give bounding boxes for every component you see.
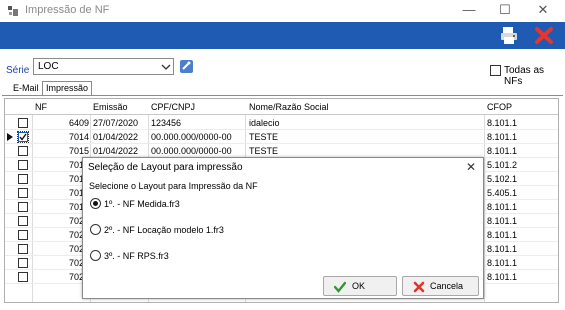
row-checkbox[interactable] [18,188,28,198]
layout-selection-dialog: Seleção de Layout para impressão ✕ Selec… [82,157,484,299]
row-checkbox[interactable] [18,202,28,212]
title-bar: Impressão de NF — ☐ ✕ [0,0,565,22]
minimize-icon: — [462,2,476,17]
ok-button[interactable]: OK [323,276,397,296]
row-checkbox[interactable] [18,118,28,128]
print-button[interactable] [497,24,521,47]
cell-nf: 7014 [68,132,89,142]
layout-option-2-radio[interactable] [90,224,101,235]
cell-cfop: 8.101.1 [487,258,518,268]
row-checkbox[interactable] [18,146,28,156]
row-checkbox[interactable] [18,244,28,254]
cancel-label: Cancela [430,281,464,291]
cancel-button[interactable]: Cancela [402,276,479,296]
layout-option-1-label[interactable]: 1º. - NF Medida.fr3 [104,199,180,209]
window-close-button[interactable]: ✕ [525,0,561,22]
row-checkbox[interactable] [17,131,29,143]
cell-nf: 7017 [68,174,89,184]
app-icon [8,6,18,16]
serie-value: LOC [38,61,59,72]
row-checkbox[interactable] [18,258,28,268]
minimize-button[interactable]: — [451,0,487,22]
cell-nf: 7024 [68,244,89,254]
ok-label: OK [352,281,366,291]
cell-cfop: 8.101.1 [487,118,518,128]
column-header-emissao[interactable]: Emissão [93,102,128,112]
checkmark-icon [334,281,346,293]
layout-option-3-label[interactable]: 3º. - NF RPS.fr3 [104,251,169,261]
close-icon: ✕ [537,2,549,17]
row-checkbox[interactable] [18,160,28,170]
row-checkbox[interactable] [18,216,28,226]
printer-icon [501,27,517,44]
column-header-cfop[interactable]: CFOP [487,102,512,112]
row-checkbox[interactable] [18,230,28,240]
cell-nf: 7019 [68,202,89,212]
toolbar-close-button[interactable] [532,24,556,47]
cell-nf: 7020 [68,216,89,226]
cell-nf: 7027 [68,258,89,268]
cell-cfop: 8.101.1 [487,244,518,254]
tab-impressao[interactable]: Impressão [42,81,93,96]
layout-option-1-radio[interactable] [90,198,101,209]
cell-cfop: 8.101.1 [487,230,518,240]
serie-select[interactable]: LOC [33,58,174,75]
cell-nf: 7021 [68,230,89,240]
todas-nfs-checkbox[interactable] [490,65,501,76]
dialog-subtitle: Selecione o Layout para Impressão da NF [89,181,258,191]
tab-divider [2,95,563,96]
toolbar [0,22,565,49]
close-icon: ✕ [465,160,477,174]
dialog-close-button[interactable]: ✕ [461,159,481,177]
table-row[interactable]: 7015 01/04/2022 00.000.000/0000-00 TESTE 8.1… [5,144,558,158]
cell-cpf-cnpj: 00.000.000/0000-00 [151,132,232,142]
column-header-nome[interactable]: Nome/Razão Social [249,102,329,112]
layout-option-2-label[interactable]: 2º. - NF Locação modelo 1.fr3 [104,225,224,235]
cell-cfop: 5.101.2 [487,160,518,170]
cell-emissao: 27/07/2020 [93,118,139,128]
cell-nf: 7016 [68,160,89,170]
grid-header: NF Emissão CPF/CNPJ Nome/Razão Social CF… [5,99,558,115]
cell-cfop: 5.102.1 [487,174,518,184]
tab-email[interactable]: E-Mail [10,82,42,96]
cell-cfop: 8.101.1 [487,216,518,226]
todas-nfs-label: Todas as NFs [504,65,545,87]
row-checkbox[interactable] [18,272,28,282]
cell-cfop: 5.405.1 [487,188,518,198]
cell-nf: 7018 [68,188,89,198]
cell-nome: idalecio [249,118,280,128]
checkmark-icon [19,133,27,141]
cell-cpf-cnpj: 00.000.000/0000-00 [151,146,232,156]
cell-nf: 7028 [68,272,89,282]
cell-emissao: 01/04/2022 [93,132,139,142]
cell-cfop: 8.101.1 [487,272,518,282]
column-header-cpf-cnpj[interactable]: CPF/CNPJ [151,102,195,112]
chevron-down-icon [161,64,171,70]
table-row[interactable]: 7014 01/04/2022 00.000.000/0000-00 TESTE 8.1… [5,130,558,144]
cell-nf: 7015 [68,146,89,156]
cell-cpf-cnpj: 123456 [151,118,182,128]
search-serie-button[interactable] [178,58,195,75]
table-row[interactable]: 6409 27/07/2020 123456 idalecio 8.101.1 [5,116,558,130]
window-title: Impressão de NF [25,4,110,16]
serie-label: Série : [6,65,35,76]
close-icon [535,27,553,44]
maximize-button[interactable]: ☐ [487,0,523,22]
layout-option-3-radio[interactable] [90,250,101,261]
column-header-nf[interactable]: NF [35,102,47,112]
cell-cfop: 8.101.1 [487,146,518,156]
cell-cfop: 8.101.1 [487,202,518,212]
cell-nome: TESTE [249,132,279,142]
dialog-title: Seleção de Layout para impressão [88,162,243,173]
cell-cfop: 8.101.1 [487,132,518,142]
cell-nome: TESTE [249,146,279,156]
cell-nf: 6409 [68,118,89,128]
cell-emissao: 01/04/2022 [93,146,139,156]
current-row-indicator-icon [7,133,13,141]
maximize-icon: ☐ [499,2,511,17]
lookup-icon [180,60,193,73]
row-checkbox[interactable] [18,174,28,184]
cancel-x-icon [413,281,425,293]
